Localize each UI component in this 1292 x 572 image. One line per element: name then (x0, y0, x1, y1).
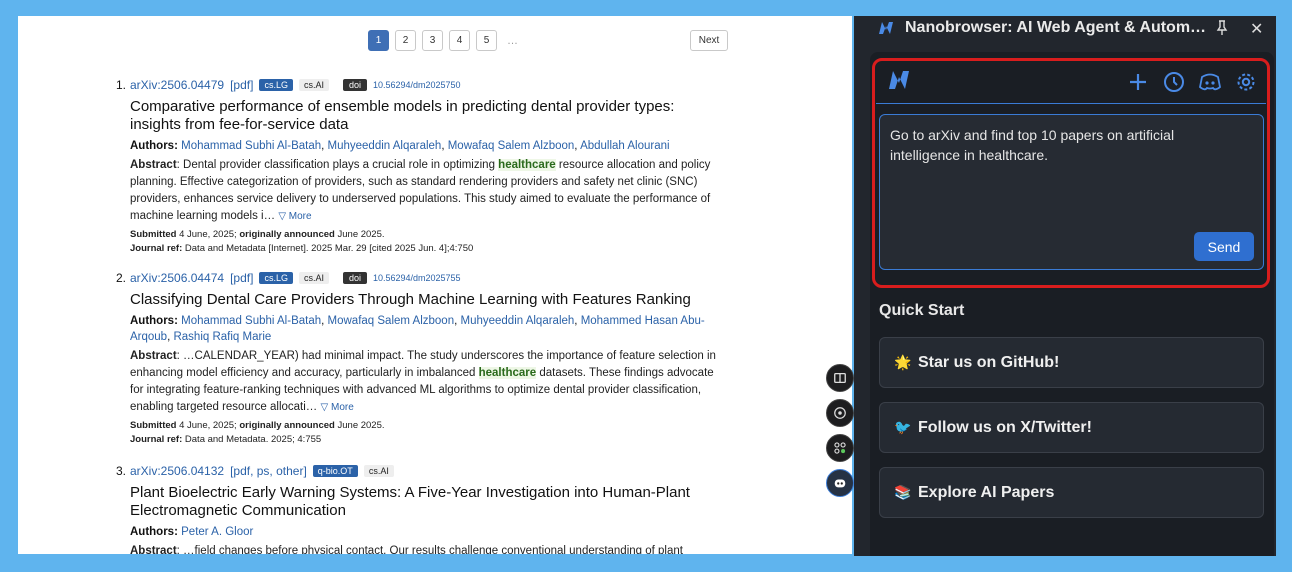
author-link[interactable]: Mowafaq Salem Alzboon (448, 140, 575, 152)
page-3-button[interactable]: 3 (422, 30, 443, 51)
paper-title: Plant Bioelectric Early Warning Systems:… (130, 484, 690, 519)
pagination-ellipsis: … (507, 34, 518, 47)
doi-badge: doi (342, 79, 367, 91)
primary-category-tag[interactable]: cs.LG (259, 79, 293, 91)
panel-titlebar: Nanobrowser: AI Web Agent & Autom… ✕ (854, 16, 1276, 42)
task-input-text: Go to arXiv and find top 10 papers on ar… (890, 127, 1175, 163)
journal-ref: Journal ref: Data and Metadata. 2025; 4:… (130, 434, 322, 445)
page-4-button[interactable]: 4 (449, 30, 470, 51)
arxiv-id-link[interactable]: arXiv:2506.04479 (130, 78, 224, 92)
arxiv-id-link[interactable]: arXiv:2506.04474 (130, 271, 224, 285)
search-result: 3. arXiv:2506.04132 [pdf, ps, other] q-b… (116, 463, 730, 554)
robot-icon (834, 479, 846, 488)
discord-icon (1199, 73, 1221, 91)
author-link[interactable]: Mohammad Subhi Al-Batah (181, 315, 321, 327)
history-button[interactable] (1162, 70, 1186, 94)
abstract: Abstract: Dental provider classification… (130, 159, 711, 222)
submission-info: Submitted 4 June, 2025; originally annou… (130, 420, 385, 431)
submission-info: Submitted 4 June, 2025; originally annou… (130, 229, 385, 240)
primary-category-tag[interactable]: cs.LG (259, 272, 293, 284)
result-number: 2. (116, 271, 127, 285)
page-2-button[interactable]: 2 (395, 30, 416, 51)
result-number: 3. (116, 464, 127, 478)
books-icon: 📚 (894, 484, 912, 500)
journal-ref: Journal ref: Data and Metadata [Internet… (130, 243, 474, 254)
result-number: 1. (116, 78, 127, 92)
authors: Authors: Peter A. Gloor (130, 526, 254, 538)
arxiv-search-results-page: 1 2 3 4 5 … Next 1. arXiv:2506.04479 [pd… (18, 16, 852, 554)
broadcast-button[interactable] (826, 399, 854, 427)
panel-toolbar (876, 62, 1266, 104)
send-button[interactable]: Send (1194, 232, 1254, 261)
keyword-highlight: healthcare (498, 159, 556, 171)
explore-papers-button[interactable]: 📚 Explore AI Papers (879, 467, 1264, 518)
plus-icon (1130, 74, 1146, 90)
panel-body: Go to arXiv and find top 10 papers on ar… (870, 52, 1274, 556)
doi-link[interactable]: 10.56294/dm2025750 (373, 80, 461, 90)
gear-icon (1237, 73, 1255, 91)
keyword-highlight: healthcare (478, 367, 537, 379)
paper-title: Classifying Dental Care Providers Throug… (130, 291, 691, 308)
page-1-button[interactable]: 1 (368, 30, 389, 51)
search-result: 2. arXiv:2506.04474 [pdf] cs.LG cs.AI do… (116, 270, 730, 445)
nanobrowser-side-panel: Nanobrowser: AI Web Agent & Autom… ✕ Go … (854, 16, 1276, 556)
bird-icon: 🐦 (894, 419, 912, 435)
secondary-category-tag: cs.AI (298, 79, 329, 91)
author-link[interactable]: Peter A. Gloor (181, 526, 253, 538)
page-5-button[interactable]: 5 (476, 30, 497, 51)
search-result: 1. arXiv:2506.04479 [pdf] cs.LG cs.AI do… (116, 77, 730, 254)
secondary-category-tag: cs.AI (298, 272, 329, 284)
new-chat-button[interactable] (1126, 70, 1150, 94)
settings-button[interactable] (1234, 70, 1258, 94)
abstract: Abstract: …CALENDAR_YEAR) had minimal im… (130, 350, 716, 413)
nanobrowser-logo-icon (889, 71, 909, 89)
author-link[interactable]: Muhyeeddin Alqaraleh (460, 315, 574, 327)
task-input[interactable]: Go to arXiv and find top 10 papers on ar… (879, 114, 1264, 270)
authors: Authors: Mohammad Subhi Al-Batah, Mowafa… (130, 315, 705, 343)
signal-icon (834, 407, 846, 419)
author-link[interactable]: Rashiq Rafiq Marie (173, 331, 271, 343)
next-page-button[interactable]: Next (690, 30, 728, 51)
pdf-link[interactable]: [pdf] (230, 271, 253, 285)
book-icon (834, 372, 846, 384)
secondary-category-tag: cs.AI (363, 465, 394, 477)
authors: Authors: Mohammad Subhi Al-Batah, Muhyee… (130, 140, 670, 152)
author-link[interactable]: Muhyeeddin Alqaraleh (328, 140, 442, 152)
follow-twitter-button[interactable]: 🐦 Follow us on X/Twitter! (879, 402, 1264, 453)
nanobrowser-logo-icon (879, 22, 893, 34)
primary-category-tag[interactable]: q-bio.OT (312, 465, 358, 477)
paper-title: Comparative performance of ensemble mode… (130, 98, 675, 133)
author-link[interactable]: Abdullah Alourani (580, 140, 670, 152)
doi-link[interactable]: 10.56294/dm2025755 (373, 273, 461, 283)
arxiv-id-link[interactable]: arXiv:2506.04132 (130, 464, 224, 478)
close-icon[interactable]: ✕ (1250, 19, 1263, 39)
reader-mode-button[interactable] (826, 364, 854, 392)
pagination: 1 2 3 4 5 … (368, 30, 518, 51)
quick-start-heading: Quick Start (879, 302, 965, 319)
pdf-link[interactable]: [pdf, ps, other] (230, 464, 307, 478)
discord-button[interactable] (1198, 70, 1222, 94)
extensions-button[interactable] (826, 434, 854, 462)
abstract: Abstract: …field changes before physical… (130, 545, 683, 554)
author-link[interactable]: Mowafaq Salem Alzboon (328, 315, 455, 327)
doi-badge: doi (342, 272, 367, 284)
star-icon: 🌟 (894, 354, 912, 370)
pin-icon[interactable] (1216, 20, 1228, 36)
pdf-link[interactable]: [pdf] (230, 78, 253, 92)
grid-icon (834, 442, 846, 454)
panel-title: Nanobrowser: AI Web Agent & Autom… (905, 19, 1207, 36)
assistant-button[interactable] (826, 469, 854, 497)
star-github-button[interactable]: 🌟 Star us on GitHub! (879, 337, 1264, 388)
more-link[interactable]: ▽ More (321, 402, 354, 413)
history-icon (1164, 72, 1184, 92)
author-link[interactable]: Mohammad Subhi Al-Batah (181, 140, 321, 152)
more-link[interactable]: ▽ More (278, 211, 311, 222)
